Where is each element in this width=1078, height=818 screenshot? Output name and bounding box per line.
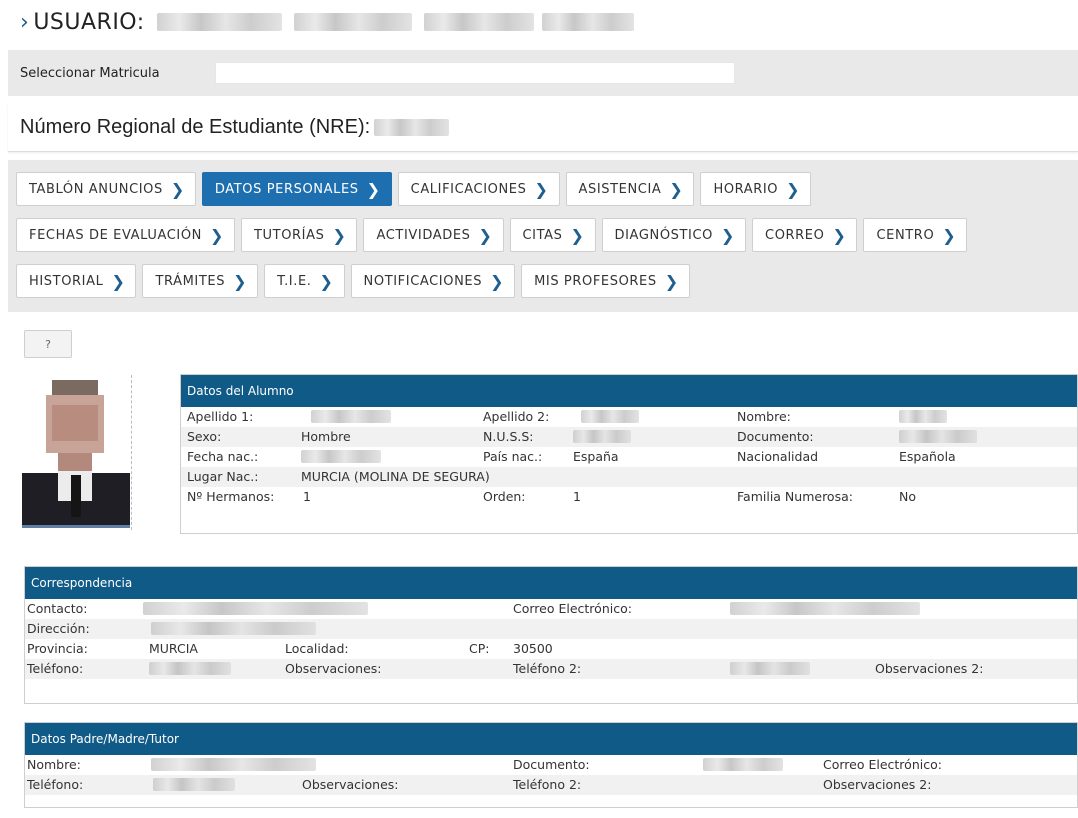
panel-header: Datos del Alumno	[181, 375, 1077, 407]
redacted-value	[703, 758, 783, 771]
redacted-username	[541, 13, 634, 31]
matricula-bar: Seleccionar Matricula	[8, 50, 1078, 96]
tab-citas[interactable]: CITAS ❯	[509, 218, 596, 252]
table-row: Sexo: Hombre N.U.S.S: Documento:	[181, 427, 1077, 447]
redacted-username	[423, 13, 534, 31]
redacted-value	[899, 410, 947, 423]
chevron-right-icon: ❯	[669, 179, 684, 199]
redacted-value	[573, 430, 631, 443]
chevron-right-icon: ❯	[111, 271, 126, 291]
table-row: Nombre: Documento: Correo Electrónico:	[27, 757, 942, 772]
tab-mis-profesores[interactable]: MIS PROFESORES ❯	[521, 264, 690, 298]
panel-header: Datos Padre/Madre/Tutor	[25, 723, 1077, 755]
panel-header: Correspondencia	[25, 567, 1077, 599]
table-row: Teléfono: Observaciones: Teléfono 2: Obs…	[25, 775, 1077, 795]
student-photo	[22, 375, 132, 530]
nre-bar: Número Regional de Estudiante (NRE):	[8, 104, 1078, 152]
tab-fechas-evaluacion[interactable]: FECHAS DE EVALUACIÓN ❯	[16, 218, 236, 252]
matricula-select[interactable]	[214, 62, 735, 84]
chevron-right-icon: ❯	[942, 225, 957, 245]
redacted-value	[153, 778, 235, 791]
table-row: Nº Hermanos: 1 Orden: 1 Familia Numerosa…	[187, 489, 916, 504]
tab-tie[interactable]: T.I.E. ❯	[264, 264, 345, 298]
table-row: Contacto: Correo Electrónico:	[25, 599, 1077, 619]
tab-notificaciones[interactable]: NOTIFICACIONES ❯	[350, 264, 516, 298]
redacted-username	[293, 13, 412, 31]
tab-tutorias[interactable]: TUTORÍAS ❯	[241, 218, 358, 252]
chevron-right-icon: ❯	[210, 225, 225, 245]
chevron-right-icon: ❯	[721, 225, 736, 245]
chevron-right-icon: ❯	[170, 179, 185, 199]
tab-tramites[interactable]: TRÁMITES ❯	[142, 264, 259, 298]
correspondence-panel: Correspondencia Contacto: Correo Electró…	[24, 566, 1078, 704]
chevron-right-icon: ❯	[490, 271, 505, 291]
table-row: Teléfono: Observaciones: Teléfono 2: Obs…	[25, 659, 1077, 679]
user-header: › USUARIO:	[8, 0, 1078, 44]
tab-navigation: TABLÓN ANUNCIOS ❯ DATOS PERSONALES ❯ CALIF…	[8, 160, 1078, 312]
table-row: Lugar Nac.: MURCIA (MOLINA DE SEGURA)	[181, 467, 1077, 487]
table-row: Dirección:	[25, 619, 1077, 639]
chevron-right-icon: ❯	[233, 271, 248, 291]
chevron-right-icon: ❯	[570, 225, 585, 245]
chevron-right-icon: ❯	[319, 271, 334, 291]
chevron-right-icon: ›	[20, 9, 30, 35]
tab-row: FECHAS DE EVALUACIÓN ❯ TUTORÍAS ❯ ACTIVIDA…	[16, 218, 968, 252]
chevron-right-icon: ❯	[332, 225, 347, 245]
chevron-right-icon: ❯	[366, 179, 381, 199]
table-row: Provincia: MURCIA Localidad: CP: 30500	[27, 641, 553, 656]
chevron-right-icon: ❯	[786, 179, 801, 199]
tab-historial[interactable]: HISTORIAL ❯	[16, 264, 137, 298]
guardian-panel: Datos Padre/Madre/Tutor Nombre: Document…	[24, 722, 1078, 808]
redacted-value	[143, 602, 368, 615]
student-data-panel: Datos del Alumno Apellido 1: Apellido 2:…	[180, 374, 1078, 534]
tab-row: HISTORIAL ❯ TRÁMITES ❯ T.I.E. ❯ NOTIFICACIO…	[16, 264, 690, 298]
tab-asistencia[interactable]: ASISTENCIA ❯	[565, 172, 695, 206]
help-button[interactable]: ?	[24, 330, 72, 358]
chevron-right-icon: ❯	[832, 225, 847, 245]
redacted-value	[149, 662, 231, 675]
redacted-value	[730, 602, 920, 615]
chevron-right-icon: ❯	[534, 179, 549, 199]
redacted-value	[151, 758, 316, 771]
avatar-icon	[22, 375, 130, 530]
chevron-right-icon: ❯	[478, 225, 493, 245]
redacted-value	[581, 410, 639, 423]
tab-horario[interactable]: HORARIO ❯	[700, 172, 812, 206]
redacted-value	[899, 430, 977, 443]
tab-actividades[interactable]: ACTIVIDADES ❯	[363, 218, 504, 252]
redacted-value	[730, 662, 810, 675]
table-row: Fecha nac.: País nac.: España Nacionalid…	[187, 449, 956, 464]
redacted-value	[301, 450, 381, 463]
redacted-nre	[374, 119, 450, 136]
tab-centro[interactable]: CENTRO ❯	[863, 218, 968, 252]
tab-datos-personales[interactable]: DATOS PERSONALES ❯	[201, 172, 392, 206]
redacted-value	[151, 622, 316, 635]
tab-calificaciones[interactable]: CALIFICACIONES ❯	[397, 172, 560, 206]
nre-label: Número Regional de Estudiante (NRE):	[20, 116, 371, 138]
redacted-username	[156, 13, 282, 31]
tab-diagnostico[interactable]: DIAGNÓSTICO ❯	[601, 218, 747, 252]
table-row: Apellido 1: Apellido 2: Nombre:	[181, 407, 1077, 427]
tab-tablon-anuncios[interactable]: TABLÓN ANUNCIOS ❯	[16, 172, 196, 206]
user-label: USUARIO:	[33, 9, 145, 35]
tab-row: TABLÓN ANUNCIOS ❯ DATOS PERSONALES ❯ CALIF…	[16, 172, 812, 206]
tab-correo[interactable]: CORREO ❯	[752, 218, 858, 252]
chevron-right-icon: ❯	[664, 271, 679, 291]
matricula-label: Seleccionar Matricula	[20, 65, 160, 81]
redacted-value	[311, 410, 391, 423]
